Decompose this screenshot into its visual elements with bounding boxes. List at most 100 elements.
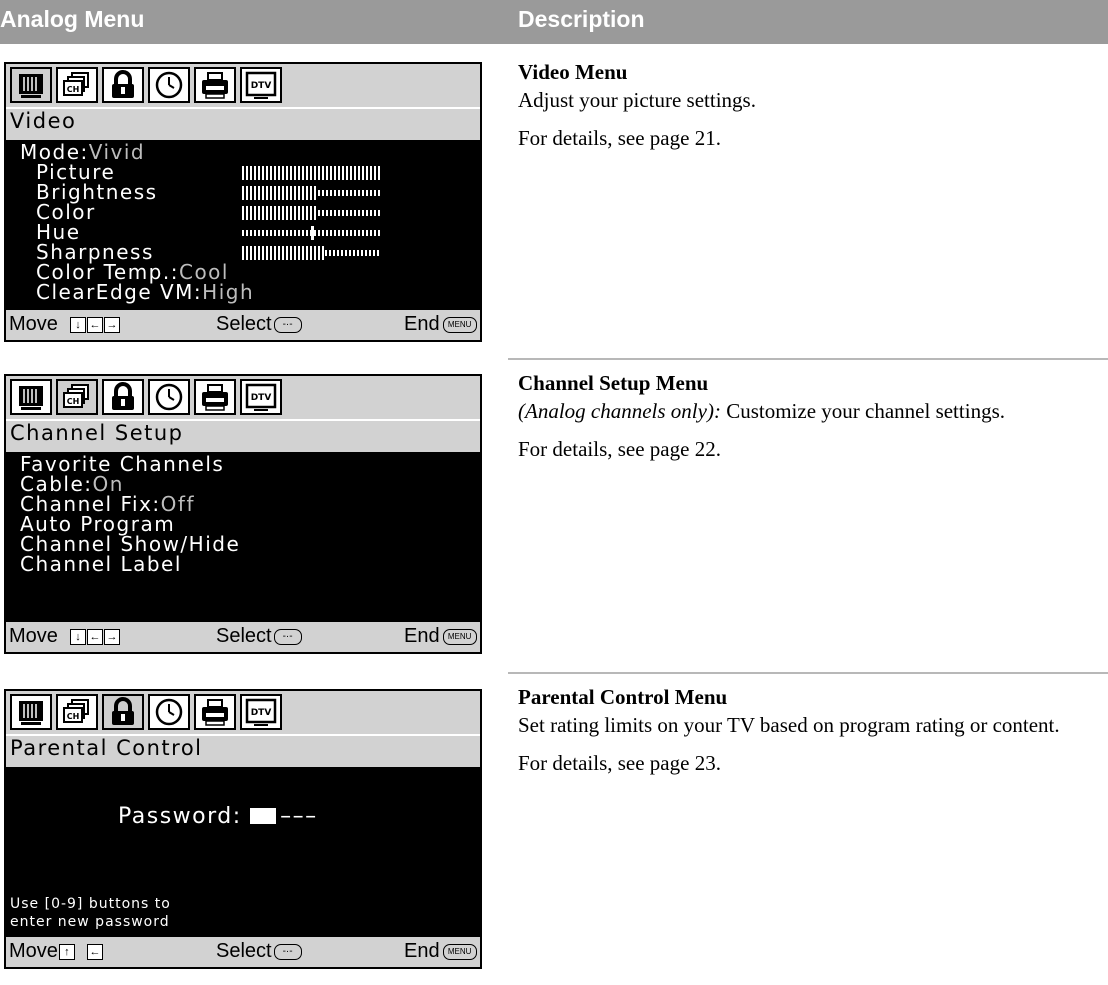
- clock-icon[interactable]: [148, 694, 190, 730]
- level-track: [318, 210, 380, 216]
- channel-setup-description: Channel Setup Menu (Analog channels only…: [518, 369, 1098, 463]
- clock-icon[interactable]: [148, 67, 190, 103]
- menu-button-icon: MENU: [442, 316, 477, 333]
- enter-button-icon: -·-: [273, 316, 302, 333]
- channel-label-item: Channel Label: [20, 552, 182, 576]
- video-menu-screen: CH DTV Video Mode:Vivid Picture Brightnes…: [4, 62, 482, 342]
- divider: [508, 358, 1108, 360]
- right-arrow-icon: →: [104, 316, 121, 333]
- brightness-level-bar: [242, 186, 380, 200]
- channel-fix-item: Channel Fix:Off: [20, 492, 195, 516]
- channel-icon[interactable]: CH: [56, 694, 98, 730]
- dtv-icon[interactable]: DTV: [240, 67, 282, 103]
- menu-footer: Move ↓ ← → Select -·- End MENU: [6, 622, 480, 652]
- table-header: Analog Menu Description: [0, 0, 1108, 44]
- menu-icon-bar: CH DTV: [6, 64, 480, 107]
- svg-text:DTV: DTV: [251, 393, 272, 403]
- channel-setup-text: Customize your channel settings.: [720, 399, 1005, 423]
- level-fill: [242, 186, 318, 200]
- menu-footer: Move ↑ ← Select -·- End MENU: [6, 937, 480, 967]
- level-fill: [242, 166, 380, 180]
- hue-marker: [311, 226, 314, 240]
- hue-label: Hue: [36, 220, 81, 244]
- up-arrow-icon: ↑: [58, 943, 75, 960]
- svg-text:CH: CH: [67, 712, 80, 721]
- setup-icon[interactable]: [194, 379, 236, 415]
- favorite-channels-item: Favorite Channels: [20, 452, 225, 476]
- level-fill: [242, 246, 325, 260]
- tv-screen-icon[interactable]: [10, 694, 52, 730]
- column-title-analog-menu: Analog Menu: [0, 6, 145, 32]
- svg-text:DTV: DTV: [251, 81, 272, 91]
- level-track: [325, 250, 380, 256]
- color-label: Color: [36, 200, 96, 224]
- channel-setup-heading: Channel Setup Menu: [518, 371, 709, 395]
- parental-control-description: Parental Control Menu Set rating limits …: [518, 683, 1098, 777]
- lock-icon[interactable]: [102, 379, 144, 415]
- parental-control-text: Set rating limits on your TV based on pr…: [518, 713, 1060, 737]
- lock-icon[interactable]: [102, 67, 144, 103]
- setup-icon[interactable]: [194, 67, 236, 103]
- channel-setup-menu-screen: CH DTV Channel Setup Favorite Channels Ca…: [4, 374, 482, 654]
- password-cursor: [250, 808, 277, 824]
- channel-icon[interactable]: CH: [56, 67, 98, 103]
- color-temp-row: Color Temp.:Cool: [36, 260, 229, 284]
- menu-title: Video: [10, 109, 77, 133]
- hint-line-2: enter new password: [10, 914, 170, 930]
- menu-footer: Move ↓ ← → Select -·- End MENU: [6, 310, 480, 340]
- menu-title-bar: Video: [6, 107, 480, 135]
- channel-setup-page-ref: For details, see page 22.: [518, 437, 721, 461]
- mode-row: Mode:Vivid: [20, 140, 146, 164]
- dtv-icon[interactable]: DTV: [240, 379, 282, 415]
- menu-title: Channel Setup: [10, 421, 184, 445]
- video-page-ref: For details, see page 21.: [518, 126, 721, 150]
- column-title-description: Description: [518, 6, 645, 32]
- down-arrow-icon: ↓: [70, 628, 87, 645]
- left-arrow-icon: ←: [87, 628, 104, 645]
- svg-text:CH: CH: [67, 397, 80, 406]
- menu-icon-bar: CH DTV: [6, 376, 480, 419]
- video-heading: Video Menu: [518, 60, 628, 84]
- left-arrow-icon: ←: [87, 943, 104, 960]
- setup-icon[interactable]: [194, 694, 236, 730]
- level-fill: [242, 206, 318, 220]
- color-level-bar: [242, 206, 380, 220]
- auto-program-item: Auto Program: [20, 512, 176, 536]
- hint-line-1: Use [0-9] buttons to: [10, 896, 171, 912]
- hue-level-bar: [242, 226, 380, 240]
- menu-body: Password: ––– Use [0-9] buttons to enter…: [6, 767, 480, 937]
- parental-control-page-ref: For details, see page 23.: [518, 751, 721, 775]
- password-row: Password: –––: [118, 804, 318, 829]
- tv-screen-icon[interactable]: [10, 379, 52, 415]
- menu-body: Mode:Vivid Picture Brightness Color Hue …: [6, 140, 480, 310]
- parental-control-heading: Parental Control Menu: [518, 685, 728, 709]
- menu-icon-bar: CH DTV: [6, 691, 480, 734]
- channel-show-hide-item: Channel Show/Hide: [20, 532, 241, 556]
- menu-button-icon: MENU: [442, 628, 477, 645]
- menu-button-icon: MENU: [442, 943, 477, 960]
- tv-screen-icon[interactable]: [10, 67, 52, 103]
- sharpness-label: Sharpness: [36, 240, 154, 264]
- enter-button-icon: -·-: [273, 628, 302, 645]
- down-arrow-icon: ↓: [70, 316, 87, 333]
- level-track: [318, 190, 380, 196]
- left-arrow-icon: ←: [87, 316, 104, 333]
- divider: [508, 672, 1108, 674]
- enter-button-icon: -·-: [273, 943, 302, 960]
- cable-item: Cable:On: [20, 472, 124, 496]
- menu-title-bar: Channel Setup: [6, 419, 480, 447]
- right-arrow-icon: →: [104, 628, 121, 645]
- lock-icon[interactable]: [102, 694, 144, 730]
- brightness-label: Brightness: [36, 180, 158, 204]
- menu-body: Favorite Channels Cable:On Channel Fix:O…: [6, 452, 480, 622]
- sharpness-level-bar: [242, 246, 380, 260]
- channel-icon[interactable]: CH: [56, 379, 98, 415]
- dtv-icon[interactable]: DTV: [240, 694, 282, 730]
- clock-icon[interactable]: [148, 379, 190, 415]
- picture-label: Picture: [36, 160, 116, 184]
- menu-title-bar: Parental Control: [6, 734, 480, 762]
- analog-only-note: (Analog channels only):: [518, 399, 721, 423]
- picture-level-bar: [242, 166, 380, 180]
- video-description: Video Menu Adjust your picture settings.…: [518, 58, 1098, 152]
- video-text: Adjust your picture settings.: [518, 88, 756, 112]
